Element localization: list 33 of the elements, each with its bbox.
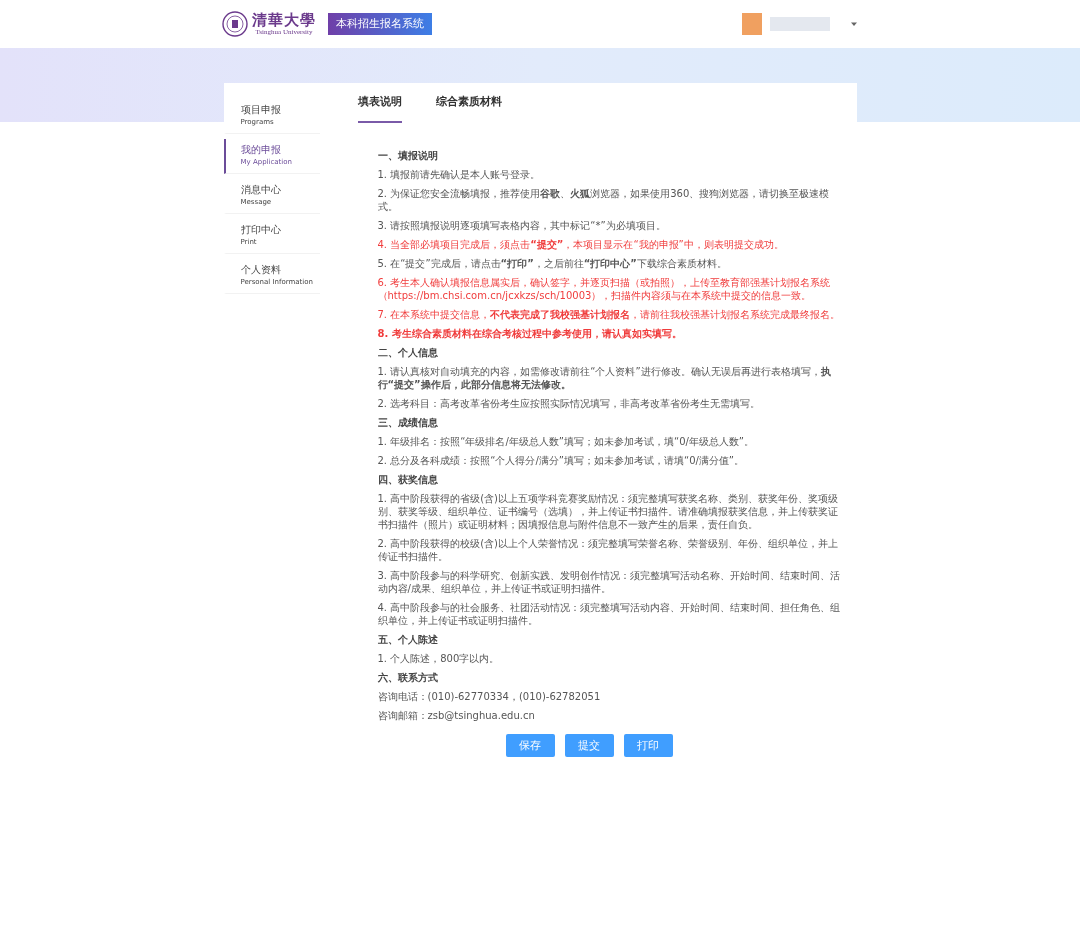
university-name: 清華大學 bbox=[252, 12, 316, 28]
university-emblem-icon bbox=[222, 11, 248, 37]
instruction-text: 4. 高中阶段参与的社会服务、社团活动情况：须完整填写活动内容、开始时间、结束时间、担任角色、组织单位，并上传证书或证明扫描件。 bbox=[377, 601, 841, 627]
section-title: 三、成绩信息 bbox=[377, 416, 439, 429]
instruction-text: 2. 选考科目：高考改革省份考生应按照实际情况填写，非高考改革省份考生无需填写。 bbox=[377, 397, 762, 410]
section-title: 一、填报说明 bbox=[377, 149, 439, 162]
instruction-text: 咨询邮箱：zsb@tsinghua.edu.cn bbox=[377, 709, 536, 722]
section-title: 四、获奖信息 bbox=[377, 473, 439, 486]
instruction-text: 4. 当全部必填项目完成后，须点击“提交”，本项目显示在“我的申报”中，则表明提交成功。 bbox=[377, 238, 785, 251]
instruction-text: 1. 填报前请先确认是本人账号登录。 bbox=[377, 168, 542, 181]
instruction-text: 1. 年级排名：按照“年级排名/年级总人数”填写；如未参加考试，填“0/年级总人数”。 bbox=[377, 435, 756, 448]
instruction-text: 3. 高中阶段参与的科学研究、创新实践、发明创作情况：须完整填写活动名称、开始时间、结束时间、活动内容/成果、组织单位，并上传证书或证明扫描件。 bbox=[377, 569, 841, 595]
instruction-text: 1. 个人陈述，800字以内。 bbox=[377, 652, 501, 665]
instruction-text: 8. 考生综合素质材料在综合考核过程中参考使用，请认真如实填写。 bbox=[377, 327, 683, 340]
instruction-text: 6. 考生本人确认填报信息属实后，确认签字，并逐页扫描（或拍照），上传至教育部强基计划报名系统（https://bm.chsi.com.cn/jcxkzs/sch/10003），扫描件内容须与在本系统中提交的信息一致。 bbox=[377, 276, 832, 302]
system-title: 本科招生报名系统 bbox=[328, 13, 432, 35]
caret-icon[interactable] bbox=[850, 20, 858, 28]
instruction-text: 3. 请按照填报说明逐项填写表格内容，其中标记“*”为必填项目。 bbox=[377, 219, 667, 232]
instruction-text: 5. 在“提交”完成后，请点击“打印”，之后前往“打印中心”下载综合素质材料。 bbox=[377, 257, 728, 270]
blurred-username bbox=[770, 17, 830, 31]
instruction-text: 1. 高中阶段获得的省级(含)以上五项学科竞赛奖励情况：须完整填写获奖名称、类别、获奖年份、奖项级别、获奖等级、组织单位、证书编号（选填），并上传证书扫描件。请准确填报获奖信息，并上传获奖证书扫描件（照片）或证明材料；因填报信息与附件信息不一致产生的后果，责任自负。 bbox=[377, 492, 840, 531]
instruction-text: 咨询电话：(010)-62770334，(010)-62782051 bbox=[377, 690, 602, 703]
instruction-text: 7. 在本系统中提交信息，不代表完成了我校强基计划报名，请前往我校强基计划报名系统完成最终报名。 bbox=[377, 308, 841, 321]
avatar-placeholder bbox=[742, 13, 762, 35]
section-title: 六、联系方式 bbox=[377, 671, 439, 684]
instruction-text: 1. 请认真核对自动填充的内容，如需修改请前往“个人资料”进行修改。确认无误后再进行表格填写，执行“提交”操作后，此部分信息将无法修改。 bbox=[377, 365, 832, 391]
tab[interactable]: 填表说明 bbox=[357, 94, 402, 123]
section-title: 五、个人陈述 bbox=[377, 633, 439, 646]
instruction-text: 2. 高中阶段获得的校级(含)以上个人荣誉情况：须完整填写荣誉名称、荣誉级别、年份、组织单位，并上传证书扫描件。 bbox=[377, 537, 840, 563]
instruction-text: 2. 为保证您安全流畅填报，推荐使用谷歌、火狐浏览器，如果使用360、搜狗浏览器，请切换至极速模式。 bbox=[377, 187, 831, 213]
instruction-text: 2. 总分及各科成绩：按照“个人得分/满分”填写；如未参加考试，请填“0/满分值”。 bbox=[377, 454, 746, 467]
section-title: 二、个人信息 bbox=[377, 346, 439, 359]
tab[interactable]: 综合素质材料 bbox=[435, 94, 502, 123]
